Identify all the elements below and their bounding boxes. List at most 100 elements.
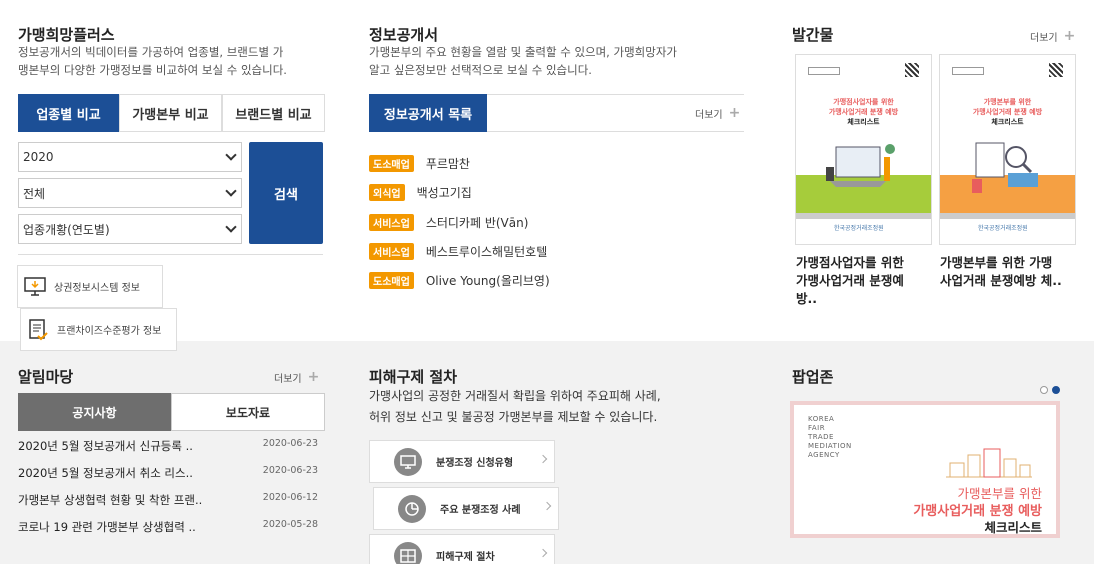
category-badge: 서비스업 — [369, 243, 414, 260]
notice-date: 2020-06-23 — [262, 465, 318, 476]
tab-industry-compare[interactable]: 업종별 비교 — [18, 94, 119, 132]
agency-line: TRADE — [808, 433, 834, 441]
list-item[interactable]: 도소매업 푸르맘찬 — [369, 155, 470, 172]
relief-procedure-button[interactable]: 피해구제 절차 — [369, 534, 555, 564]
notice-text: 2020년 5월 정보공개서 신규등록 .. — [18, 439, 193, 453]
more-label: 더보기 — [1030, 32, 1058, 44]
plus-description: 정보공개서의 빅데이터를 가공하여 업종별, 브랜드별 가 맹본부의 다양한 가… — [18, 43, 328, 79]
notice-text: 가맹본부 상생협력 현황 및 착한 프랜.. — [18, 493, 203, 507]
category-select-value: 전체 — [23, 186, 46, 201]
list-item[interactable]: 도소매업 Olive Young(올리브영) — [369, 272, 550, 289]
chevron-down-icon — [225, 149, 237, 161]
brand-name: 푸르맘찬 — [425, 157, 470, 171]
publications-title: 발간물 — [792, 26, 834, 44]
qr-code-icon — [1049, 63, 1063, 77]
more-label: 더보기 — [274, 373, 302, 385]
plus-desc-line2: 맹본부의 다양한 가맹정보를 비교하여 보실 수 있습니다. — [18, 63, 287, 77]
search-button[interactable]: 검색 — [249, 142, 323, 244]
list-item[interactable]: 서비스업 베스트루이스해밀턴호텔 — [369, 243, 547, 260]
category-badge: 도소매업 — [369, 155, 414, 172]
tab-brand-compare[interactable]: 브랜드별 비교 — [222, 94, 325, 132]
cover-strip — [796, 213, 931, 219]
notice-tabs: 공지사항 보도자료 — [18, 393, 325, 431]
cover-line1: 가맹본부를 위한 — [983, 98, 1032, 106]
laptop-illustration-icon — [826, 144, 895, 187]
publication-title-2[interactable]: 가맹본부를 위한 가맹 사업거래 분쟁예방 체.. — [940, 254, 1080, 290]
cover-line2: 가맹사업거래 분쟁 예방 — [828, 108, 899, 116]
dispute-cases-label: 주요 분쟁조정 사례 — [440, 505, 521, 516]
franchise-eval-link[interactable]: 프랜차이즈수준평가 정보 — [20, 308, 177, 351]
publication-title-line: 방.. — [796, 291, 817, 306]
disclosure-desc-line1: 가맹본부의 주요 현황을 열람 및 출력할 수 있으며, 가맹희망자가 — [369, 45, 677, 59]
list-item[interactable]: 외식업 백성고기집 — [369, 184, 472, 201]
tab-press[interactable]: 보도자료 — [171, 393, 325, 431]
more-label: 더보기 — [695, 109, 723, 121]
franchise-eval-label: 프랜차이즈수준평가 정보 — [57, 326, 162, 337]
office-illustration-icon — [972, 142, 1038, 193]
cover-strip — [940, 213, 1075, 219]
publication-title-1[interactable]: 가맹점사업자를 위한 가맹사업거래 분쟁예 방.. — [796, 254, 936, 308]
carousel-dots — [1040, 386, 1060, 394]
relief-description: 가맹사업의 공정한 거래질서 확립을 위하여 주요피해 사례, 허위 정보 신고… — [369, 386, 749, 428]
publisher-logo: 한국공정거래조정원 — [978, 225, 1028, 232]
notice-title: 알림마당 — [18, 368, 74, 386]
publisher-logo: 한국공정거래조정원 — [834, 225, 884, 232]
relief-procedure-label: 피해구제 절차 — [436, 552, 495, 563]
list-item[interactable]: 가맹본부 상생협력 현황 및 착한 프랜.. 2020-06-12 — [18, 492, 318, 508]
pie-chart-icon — [398, 494, 426, 523]
agency-line: FAIR — [808, 424, 826, 432]
brand-name: 백성고기집 — [416, 186, 472, 200]
list-item[interactable]: 2020년 5월 정보공개서 취소 리스.. 2020-06-23 — [18, 465, 318, 481]
type-select[interactable]: 업종개황(연도별) — [18, 214, 242, 244]
divider — [18, 254, 323, 255]
list-item[interactable]: 서비스업 스터디카페 반(Vān) — [369, 214, 528, 231]
notice-text: 2020년 5월 정보공개서 취소 리스.. — [18, 466, 193, 480]
chevron-down-icon — [225, 221, 237, 233]
city-illustration-icon — [946, 448, 1032, 478]
publications-more-link[interactable]: 더보기 + — [1030, 28, 1075, 44]
category-badge: 서비스업 — [369, 214, 414, 231]
publication-title-line: 가맹점사업자를 위한 — [796, 255, 904, 270]
commercial-info-link[interactable]: 상권정보시스템 정보 — [17, 265, 163, 308]
category-select[interactable]: 전체 — [18, 178, 242, 208]
plus-icon: + — [307, 369, 320, 385]
chevron-right-icon — [538, 454, 548, 464]
disclosure-title: 정보공개서 — [369, 26, 439, 44]
cover-header-mark — [808, 67, 840, 75]
disclosure-desc-line2: 알고 싶은정보만 선택적으로 보실 수 있습니다. — [369, 63, 592, 77]
cover-header-mark — [952, 67, 984, 75]
category-badge: 도소매업 — [369, 272, 414, 289]
agency-line: KOREA — [808, 415, 835, 423]
carousel-dot-2[interactable] — [1052, 386, 1060, 394]
disclosure-more-link[interactable]: 더보기 + — [695, 105, 740, 121]
notice-more-link[interactable]: 더보기 + — [274, 369, 319, 385]
monitor-download-icon — [24, 276, 46, 298]
publication-cover-2[interactable]: 가맹본부를 위한 가맹사업거래 분쟁 예방 체크리스트 한국공정거래조정원 — [939, 54, 1076, 245]
cover-line3: 체크리스트 — [847, 118, 880, 126]
agency-line: MEDIATION — [808, 442, 852, 450]
notice-date: 2020-05-28 — [262, 519, 318, 530]
year-select[interactable]: 2020 — [18, 142, 242, 172]
cover-line2: 가맹사업거래 분쟁 예방 — [972, 108, 1043, 116]
chevron-right-icon — [538, 548, 548, 558]
carousel-dot-1[interactable] — [1040, 386, 1048, 394]
cover-line1: 가맹점사업자를 위한 — [833, 98, 894, 106]
agency-logo-text: KOREA FAIR TRADE MEDIATION AGENCY — [808, 415, 852, 460]
brand-name: 스터디카페 반(Vān) — [425, 216, 529, 230]
relief-title: 피해구제 절차 — [369, 368, 458, 386]
popup-banner[interactable]: KOREA FAIR TRADE MEDIATION AGENCY 가맹본부를 … — [790, 401, 1060, 538]
notice-date: 2020-06-23 — [262, 438, 318, 449]
type-select-value: 업종개황(연도별) — [23, 222, 110, 237]
dispute-type-button[interactable]: 분쟁조정 신청유형 — [369, 440, 555, 483]
brand-name: 베스트루이스해밀턴호텔 — [425, 245, 548, 259]
tab-disclosure-list[interactable]: 정보공개서 목록 — [369, 94, 487, 132]
list-item[interactable]: 코로나 19 관련 가맹본부 상생협력 .. 2020-05-28 — [18, 519, 318, 535]
dispute-cases-button[interactable]: 주요 분쟁조정 사례 — [373, 487, 559, 530]
tab-notices[interactable]: 공지사항 — [18, 393, 171, 431]
popup-line3: 체크리스트 — [984, 520, 1042, 535]
list-item[interactable]: 2020년 5월 정보공개서 신규등록 .. 2020-06-23 — [18, 438, 318, 454]
publication-cover-1[interactable]: 가맹점사업자를 위한 가맹사업거래 분쟁 예방 체크리스트 한국공정거래조정원 — [795, 54, 932, 245]
publication-title-line: 가맹본부를 위한 가맹 — [940, 255, 1053, 270]
qr-code-icon — [905, 63, 919, 77]
tab-hq-compare[interactable]: 가맹본부 비교 — [119, 94, 222, 132]
